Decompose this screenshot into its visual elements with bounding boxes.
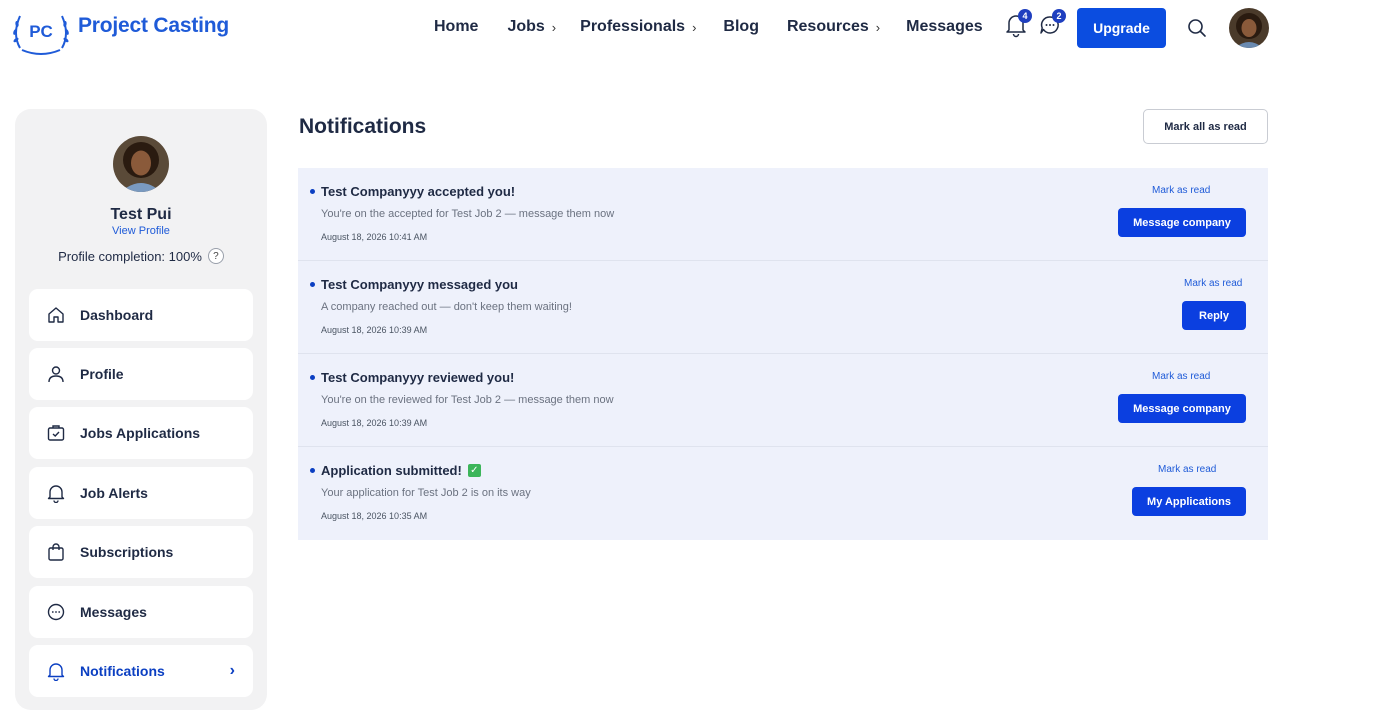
nav-resources-label: Resources [786, 18, 869, 35]
profile-name: Test Pui [110, 206, 172, 223]
check-mark-icon: ✓ [467, 464, 481, 477]
bell-icon [46, 483, 66, 503]
notifications-bell-button[interactable]: 4 [1004, 9, 1032, 40]
mark-as-read-link[interactable]: Mark as read [1158, 464, 1216, 475]
shopping-bag-icon [46, 542, 66, 562]
nav-messages-label: Messages [906, 18, 983, 35]
sidebar-item-label: Notifications [80, 663, 165, 679]
reply-button[interactable]: Reply [1182, 301, 1246, 330]
notification-item: Test Companyyy accepted you! You're on t… [298, 168, 1268, 261]
message-count-badge: 2 [1052, 9, 1066, 23]
unread-dot-icon [310, 189, 315, 194]
notification-title: Application submitted! ✓ [310, 463, 481, 478]
notification-date: August 18, 2026 10:39 AM [321, 418, 428, 428]
message-company-button[interactable]: Message company [1118, 208, 1246, 237]
sidebar-item-messages[interactable]: Messages [29, 586, 253, 638]
notification-title: Test Companyyy reviewed you! [310, 370, 514, 385]
home-icon [46, 305, 66, 325]
profile-completion: Profile completion: 100% ? [15, 248, 267, 264]
notification-item: Test Companyyy messaged you A company re… [298, 261, 1268, 354]
unread-dot-icon [310, 468, 315, 473]
sidebar-item-job-alerts[interactable]: Job Alerts [29, 467, 253, 519]
briefcase-check-icon [46, 423, 66, 443]
message-company-button[interactable]: Message company [1118, 394, 1246, 423]
sidebar-item-notifications[interactable]: Notifications › [29, 645, 253, 697]
profile-avatar[interactable] [113, 136, 169, 192]
user-icon [46, 364, 66, 384]
notification-message: Your application for Test Job 2 is on it… [321, 487, 531, 499]
chevron-right-icon: › [875, 19, 881, 35]
notification-list: Test Companyyy accepted you! You're on t… [298, 168, 1268, 540]
notification-title: Test Companyyy messaged you [310, 277, 518, 292]
user-avatar[interactable] [1229, 8, 1269, 48]
chevron-right-icon: › [229, 662, 235, 679]
notification-title-text: Test Companyyy reviewed you! [321, 370, 515, 385]
nav-jobs[interactable]: Jobs › [507, 18, 556, 36]
laurel-logo-icon: PC [10, 6, 72, 55]
sidebar-item-label: Messages [80, 604, 147, 620]
nav-messages[interactable]: Messages [906, 18, 983, 36]
search-icon [1188, 19, 1206, 37]
chevron-right-icon: › [551, 19, 557, 35]
notification-date: August 18, 2026 10:41 AM [321, 232, 428, 242]
notification-message: You're on the accepted for Test Job 2 — … [321, 208, 615, 220]
my-applications-button[interactable]: My Applications [1132, 487, 1246, 516]
chat-bubble-icon [46, 602, 66, 622]
mark-as-read-link[interactable]: Mark as read [1152, 371, 1210, 382]
mark-as-read-link[interactable]: Mark as read [1152, 185, 1210, 196]
nav-home[interactable]: Home [434, 18, 478, 36]
notification-item: Application submitted! ✓ Your application… [298, 447, 1268, 540]
bell-icon [46, 661, 66, 681]
sidebar-item-label: Subscriptions [80, 544, 174, 560]
notification-title-text: Application submitted! [321, 463, 462, 478]
site-logo[interactable]: PC Project Casting [10, 6, 230, 55]
nav-blog-label: Blog [723, 18, 759, 35]
mark-all-read-button[interactable]: Mark all as read [1143, 109, 1268, 144]
view-profile-link[interactable]: View Profile [15, 225, 267, 237]
logo-mark-text: PC [29, 22, 53, 41]
page-title: Notifications [299, 115, 427, 138]
help-icon[interactable]: ? [207, 248, 224, 264]
sidebar-item-profile[interactable]: Profile [29, 348, 253, 400]
nav-resources[interactable]: Resources › [787, 18, 880, 36]
main-nav: Home Jobs › Professionals › Blog Resources… [434, 18, 983, 36]
notification-title: Test Companyyy accepted you! [310, 184, 515, 199]
sidebar: Test Pui View Profile Profile completion… [15, 109, 267, 710]
notification-message: You're on the reviewed for Test Job 2 — … [321, 394, 614, 406]
notification-item: Test Companyyy reviewed you! You're on t… [298, 354, 1268, 447]
sidebar-item-subscriptions[interactable]: Subscriptions [29, 526, 253, 578]
nav-jobs-label: Jobs [507, 18, 545, 35]
search-button[interactable] [1186, 17, 1208, 39]
notification-date: August 18, 2026 10:35 AM [321, 511, 428, 521]
notification-message: A company reached out — don't keep them … [321, 301, 572, 313]
avatar-image [113, 136, 169, 192]
notification-title-text: Test Companyyy messaged you [321, 277, 518, 292]
profile-completion-text: Profile completion: 100% [58, 248, 202, 264]
notification-count-badge: 4 [1018, 9, 1032, 23]
unread-dot-icon [310, 375, 315, 380]
sidebar-item-label: Dashboard [80, 307, 154, 323]
upgrade-button[interactable]: Upgrade [1077, 8, 1166, 48]
messages-chat-button[interactable]: 2 [1038, 9, 1066, 40]
nav-home-label: Home [434, 18, 479, 35]
top-header: PC Project Casting Home Jobs › Profession… [0, 0, 1377, 62]
sidebar-item-jobs-applications[interactable]: Jobs Applications [29, 407, 253, 459]
nav-blog[interactable]: Blog [723, 18, 759, 36]
nav-professionals[interactable]: Professionals › [580, 18, 696, 36]
notification-date: August 18, 2026 10:39 AM [321, 325, 428, 335]
chevron-right-icon: › [692, 19, 697, 35]
unread-dot-icon [310, 282, 315, 287]
sidebar-item-label: Job Alerts [80, 485, 148, 501]
notification-title-text: Test Companyyy accepted you! [321, 184, 516, 199]
nav-professionals-label: Professionals [580, 18, 686, 35]
sidebar-item-label: Profile [80, 366, 124, 382]
logo-text: Project Casting [78, 14, 230, 37]
avatar-image [1229, 8, 1269, 48]
sidebar-item-dashboard[interactable]: Dashboard [29, 289, 253, 341]
sidebar-item-label: Jobs Applications [80, 425, 201, 441]
mark-as-read-link[interactable]: Mark as read [1184, 278, 1242, 289]
